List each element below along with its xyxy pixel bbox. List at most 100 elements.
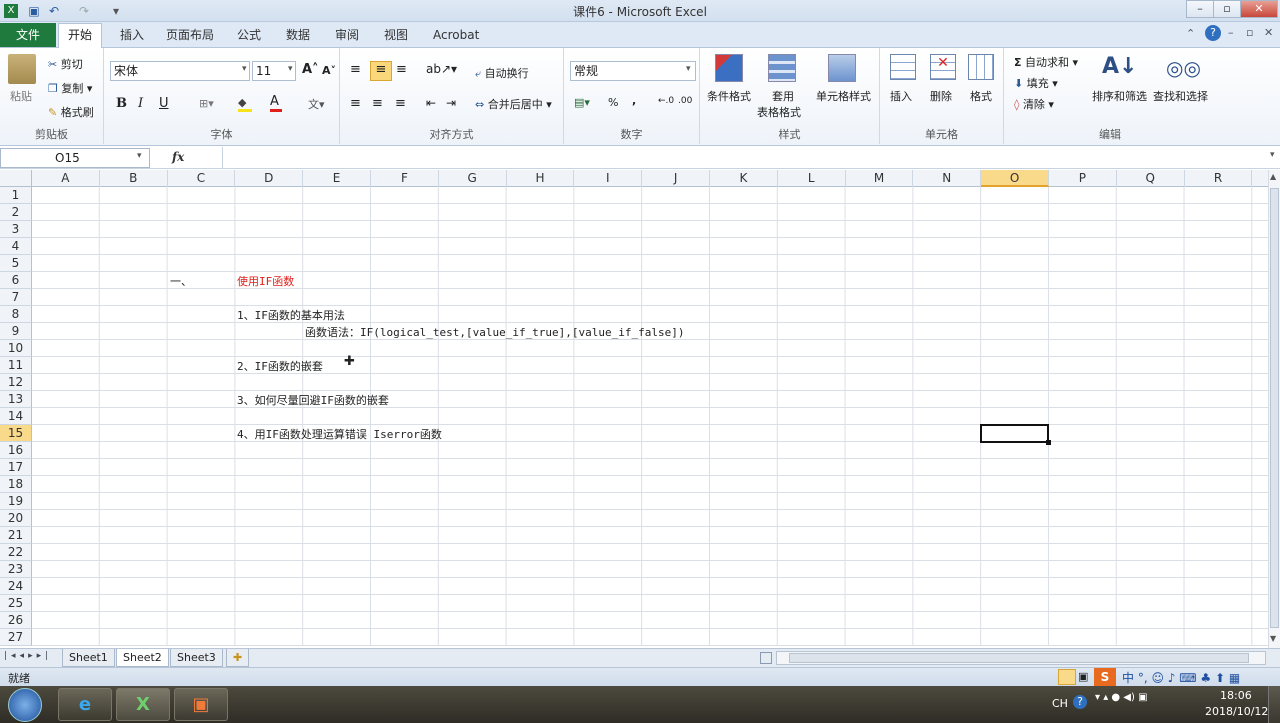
sort-filter-icon[interactable]: A↓ [1102,54,1137,79]
phonetic-icon[interactable]: 文▾ [308,96,325,112]
align-top-icon[interactable]: ≡ [350,62,361,77]
paste-button[interactable]: 粘贴 [10,88,32,104]
decrease-indent-icon[interactable]: ⇤ [426,96,436,110]
shrink-font-icon[interactable]: A˅ [322,64,336,77]
ie-taskbar-icon[interactable]: e [58,688,112,721]
help-icon[interactable]: ? [1205,25,1221,41]
find-select-button[interactable]: 查找和选择 [1153,88,1208,104]
clock-time[interactable]: 18:06 [1220,689,1252,702]
currency-icon[interactable]: ▤▾ [574,96,590,109]
cell-d6[interactable]: 使用IF函数 [237,273,294,290]
format-as-table-label-a[interactable]: 套用 [772,88,794,104]
font-name-dropdown-icon[interactable]: ▾ [242,64,247,74]
tab-data[interactable]: 数据 [272,24,324,48]
column-header-b[interactable]: B [100,170,168,187]
tray-icons[interactable]: ▾ ▴ ● ◀) ▣ [1095,692,1148,703]
conditional-format-button[interactable]: 条件格式 [707,88,751,104]
align-bottom-icon[interactable]: ≡ [396,62,407,77]
workbook-minimize-icon[interactable]: – [1228,26,1234,39]
ribbon-minimize-icon[interactable]: ⌃ [1186,27,1195,40]
column-header-r[interactable]: R [1185,170,1253,187]
sort-filter-button[interactable]: 排序和筛选 [1092,88,1147,104]
tab-insert[interactable]: 插入 [106,24,158,48]
scroll-up-icon[interactable]: ▲ [1270,172,1276,181]
column-header-j[interactable]: J [642,170,710,187]
language-indicator[interactable]: CH [1052,697,1068,710]
font-size-dropdown-icon[interactable]: ▾ [288,64,293,74]
row-header-5[interactable]: 5 [0,255,32,272]
copy-button[interactable]: ❐ 复制 ▾ [48,80,92,96]
row-header-11[interactable]: 11 [0,357,32,374]
font-name-select[interactable]: 宋体 [110,61,250,81]
page-layout-view-icon[interactable]: ▣ [1078,670,1088,683]
row-header-6[interactable]: 6 [0,272,32,289]
column-header-a[interactable]: A [32,170,100,187]
tab-formulas[interactable]: 公式 [223,24,275,48]
insert-cells-button[interactable]: 插入 [890,88,912,104]
decrease-decimal-icon[interactable]: .00 [678,96,692,106]
new-sheet-icon[interactable]: ✚ [226,649,250,667]
row-header-9[interactable]: 9 [0,323,32,340]
conditional-format-icon[interactable] [715,54,743,82]
cell-e9[interactable]: 函数语法：IF(logical_test,[value_if_true],[va… [305,324,685,341]
recorder-taskbar-icon[interactable]: ▣ [174,688,228,721]
row-header-21[interactable]: 21 [0,527,32,544]
clear-button[interactable]: ◊ 清除 ▾ [1014,96,1054,112]
tab-review[interactable]: 审阅 [321,24,373,48]
row-header-22[interactable]: 22 [0,544,32,561]
delete-cells-button[interactable]: 删除 [930,88,952,104]
scroll-thumb[interactable] [1270,188,1279,628]
column-header-p[interactable]: P [1049,170,1117,187]
increase-decimal-icon[interactable]: ←.0 [658,96,674,106]
tab-view[interactable]: 视图 [370,24,422,48]
clock-date[interactable]: 2018/10/12 [1205,705,1268,718]
column-header-m[interactable]: M [846,170,914,187]
name-box[interactable]: O15 [0,148,150,168]
row-header-23[interactable]: 23 [0,561,32,578]
format-cells-button[interactable]: 格式 [970,88,992,104]
bold-button[interactable]: B [116,96,127,111]
hscroll-thumb[interactable] [789,653,1249,663]
row-header-1[interactable]: 1 [0,187,32,204]
row-header-27[interactable]: 27 [0,629,32,646]
selected-cell-o15[interactable] [980,424,1051,445]
normal-view-icon[interactable] [1058,669,1076,685]
paste-icon[interactable] [8,54,36,84]
sheet-tab-2[interactable]: Sheet2 [116,649,169,667]
cell-d15[interactable]: 4、用IF函数处理运算错误 Iserror函数 [237,426,442,443]
format-as-table-icon[interactable] [768,54,796,82]
tab-file[interactable]: 文件 [0,23,56,47]
close-button[interactable]: ✕ [1240,0,1278,18]
row-header-18[interactable]: 18 [0,476,32,493]
row-header-17[interactable]: 17 [0,459,32,476]
italic-button[interactable]: I [138,96,143,111]
sheet-tab-3[interactable]: Sheet3 [170,649,223,667]
sogou-ime-icon[interactable]: S [1094,668,1116,686]
minimize-button[interactable]: – [1186,0,1214,18]
scroll-down-icon[interactable]: ▼ [1270,634,1276,643]
row-header-12[interactable]: 12 [0,374,32,391]
borders-icon[interactable]: ⊞▾ [199,97,214,110]
cell-d8[interactable]: 1、IF函数的基本用法 [237,307,345,324]
worksheet-grid[interactable] [32,187,1268,646]
row-header-14[interactable]: 14 [0,408,32,425]
sheet-tab-1[interactable]: Sheet1 [62,649,115,667]
maximize-button[interactable]: ▫ [1213,0,1241,18]
row-header-10[interactable]: 10 [0,340,32,357]
grow-font-icon[interactable]: A˄ [302,62,319,77]
column-header-o[interactable]: O [981,170,1049,187]
tray-help-icon[interactable]: ? [1073,695,1087,709]
row-header-3[interactable]: 3 [0,221,32,238]
column-header-h[interactable]: H [507,170,575,187]
binoculars-icon[interactable]: ◎◎ [1166,56,1201,80]
column-header-c[interactable]: C [168,170,236,187]
tab-page-layout[interactable]: 页面布局 [152,24,228,48]
row-header-7[interactable]: 7 [0,289,32,306]
column-header-d[interactable]: D [235,170,304,187]
comma-button[interactable]: , [632,94,636,107]
row-header-26[interactable]: 26 [0,612,32,629]
row-header-25[interactable]: 25 [0,595,32,612]
increase-indent-icon[interactable]: ⇥ [446,96,456,110]
row-header-13[interactable]: 13 [0,391,32,408]
ime-toolbar-icons[interactable]: 中 °, ☺ ♪ ⌨ ♣ ⬆ ▦ [1122,669,1240,686]
